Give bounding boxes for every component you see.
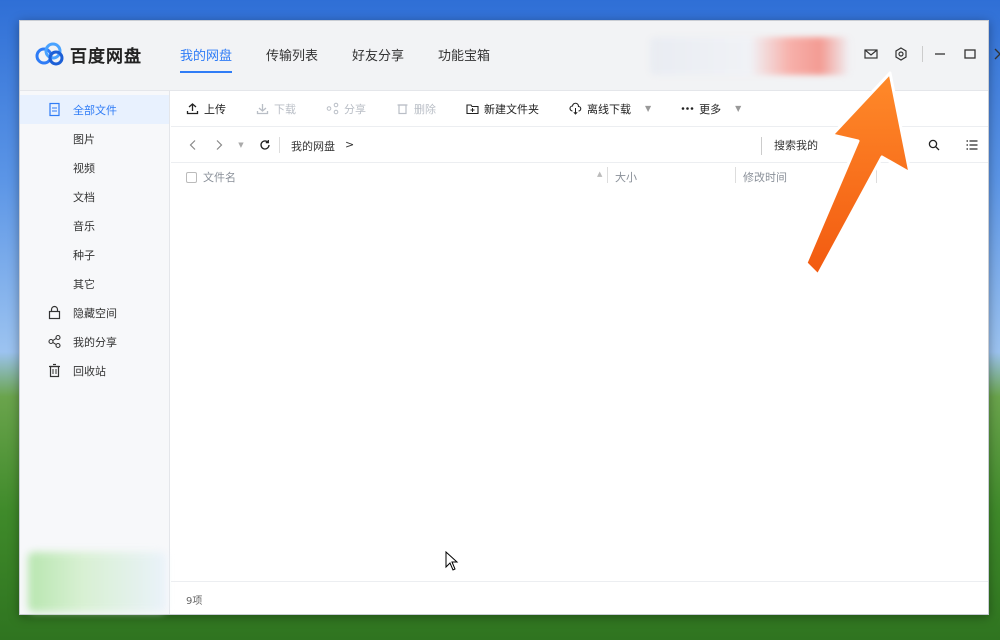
share-icon bbox=[48, 334, 61, 349]
search-button[interactable] bbox=[926, 137, 942, 153]
sidebar-item-torrents[interactable]: 种子 bbox=[20, 240, 169, 269]
sidebar-item-music[interactable]: 音乐 bbox=[20, 211, 169, 240]
close-icon[interactable] bbox=[991, 45, 1000, 63]
sidebar-item-label: 种子 bbox=[73, 248, 95, 262]
gear-icon[interactable] bbox=[892, 45, 910, 63]
tab-my-disk[interactable]: 我的网盘 bbox=[180, 45, 233, 73]
sort-arrow-icon[interactable]: ▲ bbox=[597, 170, 602, 178]
list-view-button[interactable] bbox=[964, 137, 980, 153]
tab-friend-share[interactable]: 好友分享 bbox=[352, 45, 404, 71]
blurred-promo-area bbox=[28, 552, 166, 612]
chevron-down-icon[interactable]: ▼ bbox=[645, 104, 651, 113]
divider bbox=[279, 137, 280, 153]
upload-label: 上传 bbox=[204, 102, 226, 116]
refresh-button[interactable] bbox=[257, 137, 273, 153]
list-view-icon bbox=[966, 140, 978, 150]
sidebar-item-documents[interactable]: 文档 bbox=[20, 182, 169, 211]
sidebar-item-label: 隐藏空间 bbox=[73, 306, 117, 320]
history-dropdown[interactable]: ▼ bbox=[237, 137, 245, 153]
share-icon bbox=[326, 102, 339, 115]
app-logo: 百度网盘 bbox=[34, 41, 142, 67]
mail-icon[interactable] bbox=[862, 45, 880, 63]
tab-transfer-list[interactable]: 传输列表 bbox=[266, 45, 318, 71]
delete-label: 删除 bbox=[414, 102, 436, 116]
share-button[interactable]: 分享 bbox=[326, 101, 366, 117]
sidebar-item-all-files[interactable]: 全部文件 bbox=[20, 95, 169, 124]
sidebar-item-label: 音乐 bbox=[73, 219, 95, 233]
column-modified[interactable]: 修改时间 bbox=[743, 169, 787, 185]
download-button[interactable]: 下载 bbox=[256, 101, 296, 117]
share-label: 分享 bbox=[344, 102, 366, 116]
breadcrumb-item[interactable]: 我的网盘 bbox=[291, 138, 335, 154]
watermark-logo: Baidu 经验 bbox=[765, 548, 932, 583]
maximize-icon[interactable] bbox=[961, 45, 979, 63]
download-icon bbox=[256, 104, 269, 115]
minimize-icon[interactable] bbox=[931, 45, 949, 63]
sidebar-item-label: 回收站 bbox=[73, 364, 106, 378]
baidu-cloud-logo-icon bbox=[35, 42, 64, 66]
chevron-down-icon: ▼ bbox=[238, 141, 244, 149]
column-name-label: 文件名 bbox=[203, 171, 236, 184]
trash-icon bbox=[397, 104, 408, 115]
annotation-arrow-icon bbox=[804, 71, 910, 277]
chevron-down-icon[interactable]: ▼ bbox=[735, 104, 741, 113]
column-modified-label: 修改时间 bbox=[743, 171, 787, 184]
upload-button[interactable]: 上传 bbox=[186, 101, 226, 117]
sidebar-item-label: 全部文件 bbox=[73, 103, 117, 117]
item-count: 9项 bbox=[186, 596, 203, 607]
watermark-url: jingyan.baidu.com bbox=[765, 595, 885, 610]
sidebar-item-label: 我的分享 bbox=[73, 335, 117, 349]
upload-icon bbox=[186, 103, 199, 115]
select-all-checkbox[interactable] bbox=[186, 171, 197, 183]
sidebar-item-label: 视频 bbox=[73, 161, 95, 175]
app-title: 百度网盘 bbox=[70, 46, 142, 67]
back-button[interactable] bbox=[185, 137, 201, 153]
sidebar-item-my-share[interactable]: 我的分享 bbox=[20, 327, 169, 356]
column-divider[interactable] bbox=[607, 167, 608, 183]
history-nav: ▼ bbox=[185, 137, 283, 153]
new-folder-button[interactable]: 新建文件夹 bbox=[466, 101, 539, 117]
cloud-download-icon bbox=[569, 102, 582, 115]
lock-icon bbox=[48, 305, 61, 320]
divider bbox=[922, 46, 923, 62]
sidebar-item-label: 图片 bbox=[73, 132, 95, 146]
column-divider[interactable] bbox=[735, 167, 736, 183]
offline-download-button[interactable]: 离线下载 ▼ bbox=[569, 101, 651, 117]
delete-button[interactable]: 删除 bbox=[396, 101, 436, 117]
chevron-left-icon bbox=[189, 140, 196, 150]
window-controls bbox=[862, 45, 1000, 63]
sidebar: 全部文件 图片 视频 文档 音乐 种子 其它 隐藏空间 我的分享 回收站 bbox=[20, 91, 170, 614]
more-label: 更多 bbox=[699, 102, 722, 116]
refresh-icon bbox=[260, 140, 270, 150]
search-icon bbox=[928, 139, 940, 151]
column-size-label: 大小 bbox=[615, 171, 637, 184]
new-folder-label: 新建文件夹 bbox=[484, 102, 539, 116]
forward-button[interactable] bbox=[211, 137, 227, 153]
mouse-cursor-icon bbox=[445, 551, 459, 571]
trash-icon bbox=[49, 363, 60, 378]
main-nav: 我的网盘 传输列表 好友分享 功能宝箱 bbox=[180, 45, 524, 73]
view-controls bbox=[926, 137, 1000, 153]
tab-toolbox[interactable]: 功能宝箱 bbox=[438, 45, 490, 71]
sidebar-item-recycle-bin[interactable]: 回收站 bbox=[20, 356, 169, 385]
sidebar-item-label: 其它 bbox=[73, 277, 95, 291]
sidebar-item-label: 文档 bbox=[73, 190, 95, 204]
download-label: 下载 bbox=[274, 102, 296, 116]
column-size[interactable]: 大小 bbox=[615, 169, 637, 185]
more-dots-icon bbox=[681, 107, 694, 110]
sidebar-item-images[interactable]: 图片 bbox=[20, 124, 169, 153]
more-button[interactable]: 更多 ▼ bbox=[681, 101, 741, 117]
breadcrumb: 我的网盘 > bbox=[291, 138, 354, 154]
folder-plus-icon bbox=[466, 104, 479, 115]
column-name[interactable]: 文件名 bbox=[186, 169, 236, 185]
sidebar-item-hidden-space[interactable]: 隐藏空间 bbox=[20, 298, 169, 327]
document-icon bbox=[49, 102, 60, 117]
chevron-right-icon bbox=[216, 140, 223, 150]
offline-download-label: 离线下载 bbox=[587, 102, 631, 116]
breadcrumb-separator[interactable]: > bbox=[345, 138, 354, 154]
sidebar-item-other[interactable]: 其它 bbox=[20, 269, 169, 298]
sidebar-item-videos[interactable]: 视频 bbox=[20, 153, 169, 182]
